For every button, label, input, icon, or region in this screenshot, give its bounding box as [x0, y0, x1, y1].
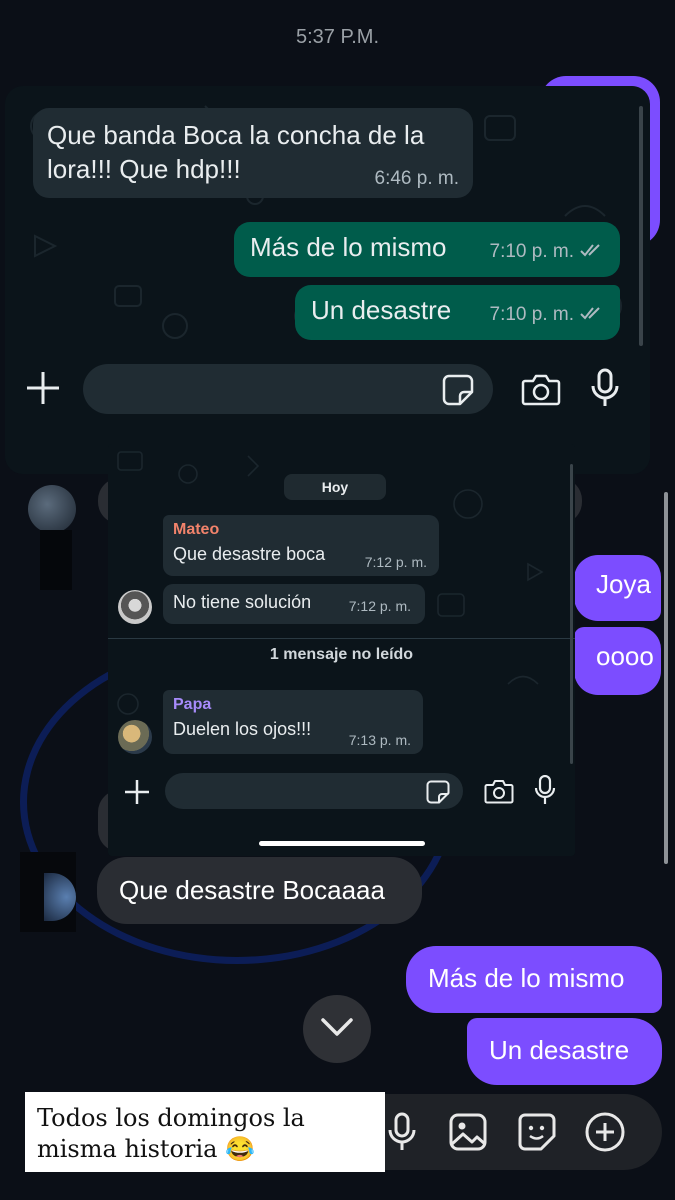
unread-divider-label: 1 mensaje no leído [269, 646, 414, 663]
message-text: Más de lo mismo [250, 232, 447, 262]
incoming-message[interactable]: Mateo Que desastre boca 7:12 p. m. [163, 515, 439, 576]
plus-circle-icon[interactable] [583, 1110, 627, 1154]
message-text: Más de lo mismo [428, 963, 625, 993]
avatar-shadow [40, 530, 72, 590]
sticker-icon[interactable] [515, 1110, 559, 1154]
sticker-icon[interactable] [426, 780, 450, 809]
sender-name: Papa [173, 696, 212, 713]
incoming-message[interactable]: No tiene solución 7:12 p. m. [163, 584, 425, 624]
plus-icon[interactable] [25, 370, 61, 411]
status-time: 5:37 P.M. [295, 26, 380, 48]
plus-icon[interactable] [124, 779, 150, 810]
composer-bar [108, 764, 575, 856]
message-text: Un desastre [489, 1035, 630, 1065]
caption-text: Todos los domingos la misma historia 😂 [25, 1092, 385, 1172]
image-icon[interactable] [446, 1110, 490, 1154]
outgoing-message[interactable]: Un desastre 7:10 p. m. [295, 285, 620, 340]
message-text: oooo [596, 641, 654, 671]
messenger-outgoing-message[interactable]: Joya [574, 555, 661, 621]
messenger-incoming-message[interactable]: Que desastre Bocaaaa [97, 857, 422, 924]
message-time: 7:10 p. m. [489, 241, 575, 262]
scroll-indicator [639, 106, 643, 346]
microphone-icon[interactable] [534, 774, 556, 810]
camera-icon[interactable] [484, 778, 514, 809]
message-text: Joya [596, 569, 651, 599]
message-time: 7:12 p. m. [364, 554, 427, 570]
message-time: 7:12 p. m. [348, 598, 411, 614]
camera-icon[interactable] [521, 372, 561, 411]
message-input[interactable] [165, 773, 463, 809]
unread-divider [108, 638, 575, 639]
microphone-icon[interactable] [380, 1110, 424, 1154]
message-time: 7:13 p. m. [348, 732, 411, 748]
scroll-indicator [570, 464, 573, 764]
avatar [118, 590, 152, 624]
home-indicator [259, 841, 425, 846]
incoming-message[interactable]: Papa Duelen los ojos!!! 7:13 p. m. [163, 690, 423, 754]
messenger-outgoing-message[interactable]: Un desastre [467, 1018, 662, 1085]
message-time: 7:10 p. m. [489, 304, 575, 325]
scrollbar[interactable] [664, 492, 668, 864]
incoming-message[interactable]: Que banda Boca la concha de la lora!!! Q… [33, 108, 473, 198]
message-text: Que desastre Bocaaaa [119, 875, 385, 905]
avatar [28, 485, 76, 533]
avatar [118, 720, 152, 754]
sender-name: Mateo [173, 521, 220, 538]
chevron-down-icon [320, 1017, 354, 1042]
outgoing-message[interactable]: Más de lo mismo 7:10 p. m. [234, 222, 620, 277]
message-text: Un desastre [311, 295, 452, 325]
microphone-icon[interactable] [591, 368, 619, 413]
messenger-outgoing-message[interactable]: oooo [574, 627, 661, 695]
message-text: No tiene solución [173, 592, 312, 612]
date-chip: Hoy [284, 474, 386, 500]
scroll-down-button[interactable] [303, 995, 371, 1063]
double-check-icon [580, 305, 606, 326]
whatsapp-screenshot-1: Que banda Boca la concha de la lora!!! Q… [5, 86, 650, 474]
double-check-icon [580, 242, 606, 263]
message-input[interactable] [83, 364, 493, 414]
messenger-outgoing-message[interactable]: Más de lo mismo [406, 946, 662, 1013]
whatsapp-screenshot-2: Hoy Mateo Que desastre boca 7:12 p. m. N… [108, 444, 575, 856]
sticker-icon[interactable] [442, 374, 474, 411]
message-time: 6:46 p. m. [374, 168, 460, 189]
